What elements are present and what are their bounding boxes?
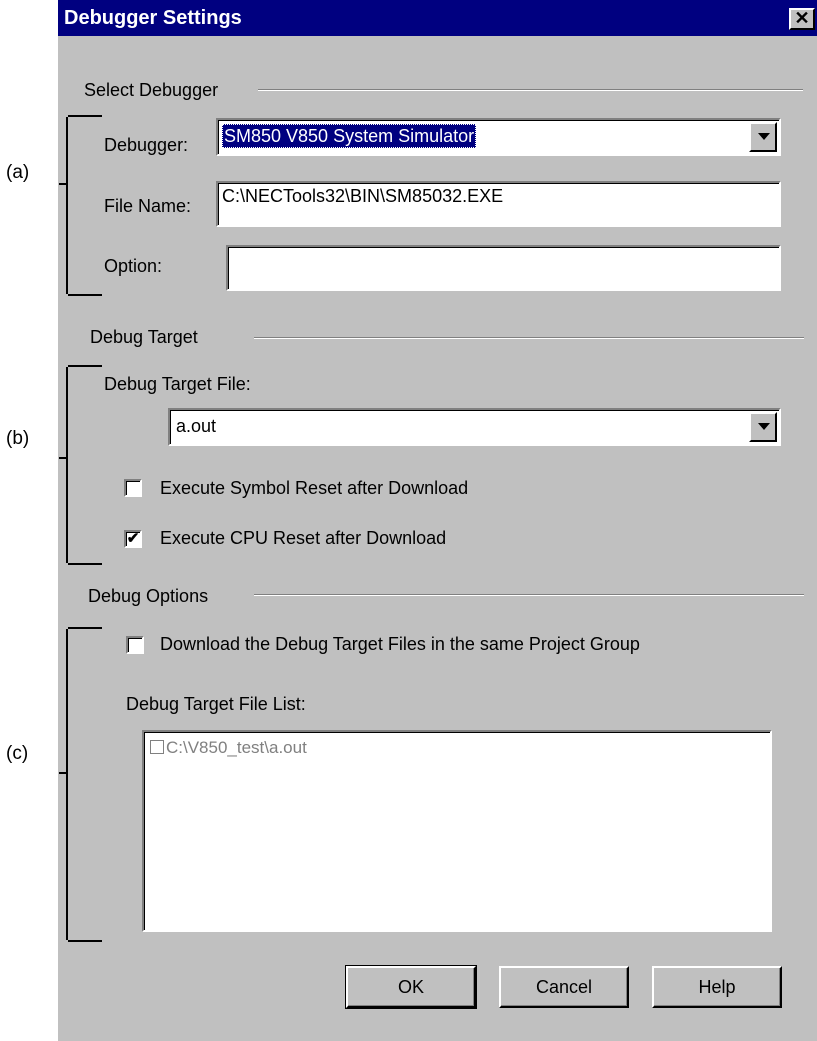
bracket-c — [59, 627, 102, 942]
select-debugger-group-label: Select Debugger — [84, 80, 219, 100]
symbol-reset-label[interactable]: Execute Symbol Reset after Download — [160, 478, 468, 499]
debug-target-file-list[interactable]: C:\V850_test\a.out — [142, 730, 772, 932]
chevron-down-icon[interactable] — [749, 412, 777, 442]
cpu-reset-checkbox[interactable]: ✔ — [124, 530, 142, 548]
bracket-b — [59, 365, 102, 565]
list-item-checkbox[interactable] — [150, 740, 164, 754]
annotation-b: (b) — [6, 428, 30, 449]
debug-options-group-label: Debug Options — [88, 586, 209, 606]
file-name-label: File Name: — [104, 196, 192, 216]
debug-target-group-label: Debug Target — [90, 327, 198, 347]
file-name-field[interactable]: C:\NECTools32\BIN\SM85032.EXE — [216, 181, 781, 227]
bracket-a — [59, 115, 102, 296]
debug-target-file-combobox[interactable]: a.out — [168, 408, 781, 446]
debugger-settings-dialog: Debugger Settings ✕ Select Debugger Debu… — [58, 0, 817, 1041]
annotation-c: (c) — [6, 743, 29, 764]
select-debugger-divider — [258, 89, 803, 91]
cpu-reset-label[interactable]: Execute CPU Reset after Download — [160, 528, 446, 549]
title-bar: Debugger Settings ✕ — [58, 0, 817, 36]
debugger-label: Debugger: — [104, 135, 189, 155]
annotation-a: (a) — [6, 162, 30, 183]
debug-target-file-list-label: Debug Target File List: — [126, 694, 306, 714]
symbol-reset-checkbox[interactable] — [124, 479, 142, 497]
option-field[interactable] — [226, 245, 781, 291]
close-button[interactable]: ✕ — [789, 8, 815, 30]
ok-button[interactable]: OK — [345, 965, 477, 1009]
debugger-combobox[interactable]: SM850 V850 System Simulator — [216, 118, 781, 156]
debug-target-file-value: a.out — [176, 416, 217, 436]
help-button[interactable]: Help — [652, 966, 782, 1008]
cancel-button[interactable]: Cancel — [499, 966, 629, 1008]
download-same-group-label[interactable]: Download the Debug Target Files in the s… — [160, 634, 640, 655]
dialog-title: Debugger Settings — [64, 7, 242, 29]
debug-target-file-label: Debug Target File: — [104, 374, 251, 394]
close-icon: ✕ — [794, 8, 810, 28]
debugger-selected-value: SM850 V850 System Simulator — [222, 124, 477, 148]
debug-target-divider — [254, 337, 804, 339]
list-item[interactable]: C:\V850_test\a.out — [150, 738, 307, 758]
option-label: Option: — [104, 256, 163, 276]
chevron-down-icon[interactable] — [749, 122, 777, 152]
download-same-group-checkbox[interactable] — [126, 636, 144, 654]
debug-options-divider — [254, 594, 804, 596]
